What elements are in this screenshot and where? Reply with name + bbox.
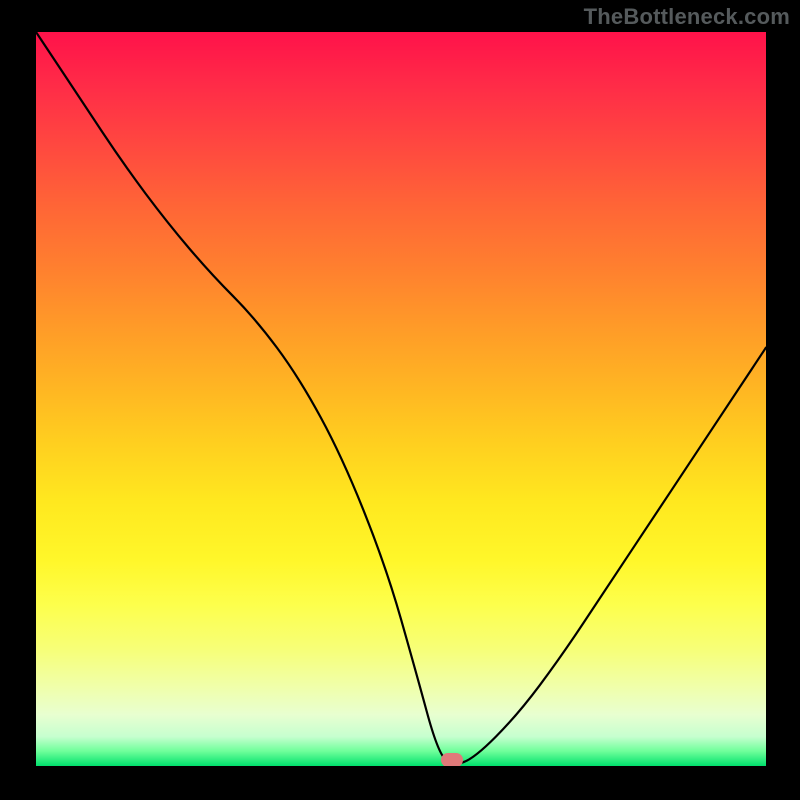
optimal-point-marker	[441, 753, 463, 766]
watermark-text: TheBottleneck.com	[584, 4, 790, 30]
bottleneck-curve	[36, 32, 766, 766]
curve-path	[36, 32, 766, 764]
chart-frame: TheBottleneck.com	[0, 0, 800, 800]
plot-area	[36, 32, 766, 766]
